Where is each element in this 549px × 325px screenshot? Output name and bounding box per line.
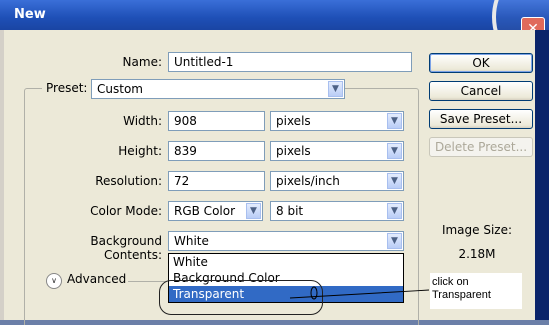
color-mode-value: RGB Color bbox=[174, 204, 236, 218]
advanced-divider bbox=[128, 281, 166, 282]
bit-depth-value: 8 bit bbox=[276, 204, 304, 218]
annotation-line-1: click on bbox=[432, 276, 469, 288]
cancel-button[interactable]: Cancel bbox=[429, 81, 533, 101]
annotation-line-2: Transparent bbox=[432, 289, 491, 301]
image-size-label: Image Size: bbox=[441, 223, 513, 237]
chevron-down-icon[interactable]: ▼ bbox=[246, 203, 261, 219]
background-window-edge bbox=[535, 30, 549, 325]
chevron-down-icon[interactable]: ▼ bbox=[387, 203, 402, 219]
preset-select[interactable]: Custom ▼ bbox=[91, 79, 345, 99]
save-preset-button[interactable]: Save Preset... bbox=[429, 109, 533, 129]
chevron-down-icon[interactable]: ▼ bbox=[387, 233, 402, 249]
chevron-down-icon[interactable]: ▼ bbox=[387, 143, 402, 159]
width-input[interactable]: 908 bbox=[168, 111, 265, 131]
resolution-label: Resolution: bbox=[95, 174, 162, 188]
window-title: New bbox=[14, 7, 46, 22]
resolution-input[interactable]: 72 bbox=[168, 171, 265, 191]
new-document-dialog: New ✕ Name: Untitled-1 Preset: Custom ▼ … bbox=[0, 0, 549, 325]
background-contents-label: Background Contents: bbox=[90, 234, 162, 262]
preset-value: Custom bbox=[97, 82, 143, 96]
color-mode-select[interactable]: RGB Color ▼ bbox=[168, 201, 263, 221]
image-size-value: 2.18M bbox=[458, 247, 496, 261]
advanced-toggle-label[interactable]: Advanced bbox=[67, 272, 126, 286]
double-chevron-icon[interactable]: ∨ bbox=[46, 273, 62, 289]
height-label: Height: bbox=[118, 144, 162, 158]
name-label: Name: bbox=[122, 55, 162, 69]
background-contents-value: White bbox=[174, 234, 209, 248]
annotation-ellipse bbox=[159, 280, 323, 315]
resolution-unit-select[interactable]: pixels/inch ▼ bbox=[270, 171, 404, 191]
name-input[interactable]: Untitled-1 bbox=[168, 52, 412, 72]
height-input[interactable]: 839 bbox=[168, 141, 265, 161]
bit-depth-select[interactable]: 8 bit ▼ bbox=[270, 201, 404, 221]
width-unit-select[interactable]: pixels ▼ bbox=[270, 111, 404, 131]
annotation-note: click on Transparent bbox=[430, 273, 522, 309]
preset-label: Preset: bbox=[42, 81, 92, 95]
delete-preset-button: Delete Preset... bbox=[429, 137, 533, 157]
height-unit-value: pixels bbox=[276, 144, 311, 158]
resolution-unit-value: pixels/inch bbox=[276, 174, 340, 188]
width-unit-value: pixels bbox=[276, 114, 311, 128]
chevron-down-icon[interactable]: ▼ bbox=[328, 81, 343, 97]
height-unit-select[interactable]: pixels ▼ bbox=[270, 141, 404, 161]
color-mode-label: Color Mode: bbox=[90, 204, 162, 218]
option-white[interactable]: White bbox=[169, 254, 403, 270]
width-label: Width: bbox=[123, 114, 162, 128]
title-bar[interactable]: New bbox=[0, 0, 549, 30]
chevron-down-icon[interactable]: ▼ bbox=[387, 113, 402, 129]
background-contents-select[interactable]: White ▼ bbox=[168, 231, 404, 251]
ok-button[interactable]: OK bbox=[429, 53, 533, 73]
chevron-down-icon[interactable]: ▼ bbox=[387, 173, 402, 189]
